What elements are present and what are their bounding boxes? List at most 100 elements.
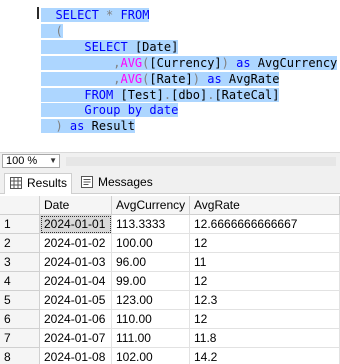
- table-cell[interactable]: 11: [190, 253, 340, 272]
- table-cell[interactable]: 2024-01-01: [40, 215, 112, 234]
- code-token: [Currency]: [149, 55, 222, 70]
- table-cell[interactable]: 2024-01-07: [40, 329, 112, 348]
- code-token: date: [149, 103, 179, 118]
- code-line: SELECT * FROM: [41, 7, 150, 23]
- selected-text: ,AVG([Rate]) as AvgRate: [41, 71, 280, 86]
- table-cell[interactable]: 2024-01-06: [40, 310, 112, 329]
- code-token: AvgRate: [221, 71, 280, 86]
- text-cursor: [37, 7, 39, 19]
- code-token: SELECT: [55, 8, 99, 22]
- row-number[interactable]: 4: [0, 272, 40, 291]
- selected-text: SELECT * FROM: [41, 8, 150, 22]
- code-token: .: [163, 87, 172, 102]
- selected-text: FROM [Test].[dbo].[RateCal]: [41, 87, 280, 102]
- code-token: as: [236, 55, 251, 70]
- code-token: [Date]: [134, 39, 179, 54]
- table-cell[interactable]: 111.00: [112, 329, 190, 348]
- code-token: [dbo]: [171, 87, 208, 102]
- code-token: Result: [84, 119, 135, 134]
- sql-editor[interactable]: SELECT * FROM ( SELECT [Date] ,AVG([Curr…: [0, 0, 340, 152]
- table-cell[interactable]: 12: [190, 234, 340, 253]
- tab-results[interactable]: Results: [4, 173, 72, 194]
- code-line: FROM [Test].[dbo].[RateCal]: [41, 87, 280, 103]
- row-number[interactable]: 3: [0, 253, 40, 272]
- row-number[interactable]: 7: [0, 329, 40, 348]
- code-token: [Test]: [120, 87, 164, 102]
- code-token: [RateCal]: [214, 87, 280, 102]
- table-cell[interactable]: 99.00: [112, 272, 190, 291]
- row-number[interactable]: 6: [0, 310, 40, 329]
- code-token: ): [221, 55, 229, 70]
- table-cell[interactable]: 110.00: [112, 310, 190, 329]
- zoom-dropdown[interactable]: 100 % ▼: [2, 154, 60, 168]
- row-number[interactable]: 5: [0, 291, 40, 310]
- code-token: ): [55, 119, 63, 134]
- code-token: FROM: [120, 8, 150, 22]
- zoom-value: 100 %: [6, 155, 38, 167]
- results-tab-bar: Results Messages: [0, 170, 340, 194]
- code-token: AvgCurrency: [250, 55, 338, 70]
- table-cell[interactable]: 100.00: [112, 234, 190, 253]
- selected-text: ,AVG([Currency]) as AvgCurrency: [41, 55, 338, 70]
- row-number[interactable]: 1: [0, 215, 40, 234]
- table-cell[interactable]: 11.8: [190, 329, 340, 348]
- column-header-avgcurrency[interactable]: AvgCurrency: [112, 196, 190, 215]
- row-number[interactable]: 8: [0, 348, 40, 364]
- row-number[interactable]: 2: [0, 234, 40, 253]
- code-line: (: [41, 23, 63, 39]
- selected-text: (: [41, 23, 63, 38]
- tab-messages-label: Messages: [98, 175, 153, 189]
- code-line: Group by date: [41, 102, 179, 118]
- results-grid[interactable]: Date AvgCurrency AvgRate 1 2024-01-01 113.…: [0, 196, 340, 364]
- results-grid-icon: [10, 177, 22, 189]
- code-token: AVG: [120, 71, 143, 86]
- table-cell[interactable]: 12.6666666666667: [190, 215, 340, 234]
- table-cell[interactable]: 12: [190, 272, 340, 291]
- table-cell[interactable]: 2024-01-02: [40, 234, 112, 253]
- code-line: ,AVG([Rate]) as AvgRate: [41, 71, 280, 87]
- selected-text: Group by date: [41, 103, 179, 118]
- code-token: [Rate]: [149, 71, 193, 86]
- column-header-date[interactable]: Date: [40, 196, 112, 215]
- code-token: ): [192, 71, 200, 86]
- table-cell[interactable]: 123.00: [112, 291, 190, 310]
- code-token: as: [207, 71, 222, 86]
- code-line: ,AVG([Currency]) as AvgCurrency: [41, 55, 338, 71]
- code-token: (: [55, 23, 63, 38]
- table-cell[interactable]: 12: [190, 310, 340, 329]
- tab-messages[interactable]: Messages: [76, 173, 156, 194]
- table-cell[interactable]: 2024-01-08: [40, 348, 112, 364]
- code-token: AVG: [120, 55, 143, 70]
- code-token: FROM: [84, 87, 114, 102]
- code-token: SELECT: [84, 39, 128, 54]
- horizontal-scrollbar[interactable]: [66, 157, 336, 166]
- table-cell[interactable]: 12.3: [190, 291, 340, 310]
- table-cell[interactable]: 113.3333: [112, 215, 190, 234]
- tab-results-label: Results: [27, 176, 68, 190]
- table-cell[interactable]: 2024-01-03: [40, 253, 112, 272]
- chevron-down-icon: ▼: [49, 156, 57, 165]
- code-token: Group by: [84, 103, 143, 118]
- code-line: SELECT [Date]: [41, 39, 179, 55]
- table-cell[interactable]: 2024-01-05: [40, 291, 112, 310]
- selected-text: ) as Result: [41, 119, 135, 134]
- table-cell[interactable]: 102.00: [112, 348, 190, 364]
- row-header-corner[interactable]: [0, 196, 40, 215]
- table-cell[interactable]: 2024-01-04: [40, 272, 112, 291]
- table-cell[interactable]: 14.2: [190, 348, 340, 364]
- table-cell[interactable]: 96.00: [112, 253, 190, 272]
- code-token: as: [69, 119, 85, 134]
- column-header-avgrate[interactable]: AvgRate: [190, 196, 340, 215]
